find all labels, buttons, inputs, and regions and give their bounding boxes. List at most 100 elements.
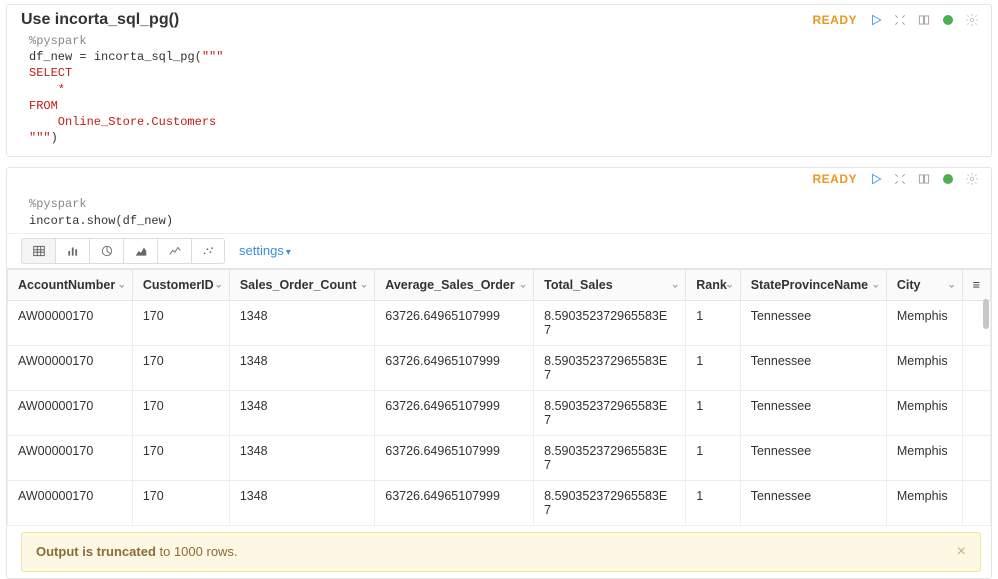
col-averagesalesorder[interactable]: Average_Sales_Order⌄: [375, 269, 534, 300]
book-icon[interactable]: [915, 170, 933, 188]
col-stateprovince[interactable]: StateProvinceName⌄: [740, 269, 886, 300]
table-cell: [962, 390, 990, 435]
cell-header: READY: [7, 168, 991, 190]
expand-icon[interactable]: [891, 170, 909, 188]
table-cell: AW00000170: [8, 390, 133, 435]
table-cell: 8.590352372965583E7: [534, 480, 686, 525]
table-cell: 63726.64965107999: [375, 300, 534, 345]
data-table: AccountNumber⌄ CustomerID⌄ Sales_Order_C…: [7, 269, 991, 526]
col-menu-icon[interactable]: ≡: [962, 269, 990, 300]
table-cell: 1348: [229, 390, 374, 435]
magic-line: %pyspark: [29, 197, 87, 211]
table-cell: 1: [686, 345, 740, 390]
truncate-banner: Output is truncated to 1000 rows. ×: [21, 532, 981, 572]
table-row: AW00000170170134863726.649651079998.5903…: [8, 435, 991, 480]
table-cell: [962, 435, 990, 480]
table-cell: Tennessee: [740, 390, 886, 435]
gear-icon[interactable]: [963, 170, 981, 188]
table-cell: 170: [132, 390, 229, 435]
table-cell: Tennessee: [740, 345, 886, 390]
table-cell: 1348: [229, 300, 374, 345]
table-cell: 1348: [229, 480, 374, 525]
cell-title: Use incorta_sql_pg(): [21, 11, 179, 29]
magic-line: %pyspark: [29, 34, 87, 48]
viz-table-icon[interactable]: [21, 238, 55, 264]
table-cell: 170: [132, 435, 229, 480]
table-cell: Memphis: [886, 390, 962, 435]
code-editor[interactable]: %pyspark df_new = incorta_sql_pg(""" SEL…: [7, 31, 991, 156]
table-cell: 1: [686, 435, 740, 480]
chevron-down-icon: ⌄: [872, 279, 880, 290]
book-icon[interactable]: [915, 11, 933, 29]
status-dot-icon: [939, 170, 957, 188]
table-cell: 63726.64965107999: [375, 435, 534, 480]
table-cell: 63726.64965107999: [375, 390, 534, 435]
viz-pie-icon[interactable]: [89, 238, 123, 264]
table-cell: 1348: [229, 345, 374, 390]
status-ready: READY: [812, 172, 857, 186]
table-cell: 170: [132, 345, 229, 390]
table-cell: AW00000170: [8, 480, 133, 525]
table-cell: 170: [132, 300, 229, 345]
table-cell: Memphis: [886, 480, 962, 525]
table-cell: Tennessee: [740, 435, 886, 480]
table-cell: [962, 345, 990, 390]
table-header-row: AccountNumber⌄ CustomerID⌄ Sales_Order_C…: [8, 269, 991, 300]
run-icon[interactable]: [867, 170, 885, 188]
table-cell: 63726.64965107999: [375, 345, 534, 390]
table-cell: Memphis: [886, 300, 962, 345]
chevron-down-icon: ⌄: [360, 279, 368, 290]
table-cell: AW00000170: [8, 300, 133, 345]
chevron-down-icon: ⌄: [214, 279, 222, 290]
status-ready: READY: [812, 13, 857, 27]
table-cell: 1: [686, 300, 740, 345]
gear-icon[interactable]: [963, 11, 981, 29]
notebook-cell-1: Use incorta_sql_pg() READY %pyspark df_n…: [6, 4, 992, 157]
cell-header: Use incorta_sql_pg() READY: [7, 5, 991, 31]
status-dot-icon: [939, 11, 957, 29]
run-icon[interactable]: [867, 11, 885, 29]
viz-toolbar: settings▾: [7, 233, 991, 268]
viz-area-icon[interactable]: [123, 238, 157, 264]
table-cell: Memphis: [886, 345, 962, 390]
close-icon[interactable]: ×: [957, 543, 966, 561]
table-cell: AW00000170: [8, 345, 133, 390]
table-cell: 1: [686, 390, 740, 435]
chevron-down-icon: ⌄: [519, 279, 527, 290]
viz-bar-icon[interactable]: [55, 238, 89, 264]
chevron-down-icon: ⌄: [947, 279, 955, 290]
col-rank[interactable]: Rank⌄: [686, 269, 740, 300]
chevron-down-icon: ⌄: [671, 279, 679, 290]
table-cell: 63726.64965107999: [375, 480, 534, 525]
settings-link[interactable]: settings▾: [239, 243, 291, 258]
table-cell: AW00000170: [8, 435, 133, 480]
table-cell: 1: [686, 480, 740, 525]
table-cell: 8.590352372965583E7: [534, 345, 686, 390]
notebook-cell-2: READY %pyspark incorta.show(df_new) sett…: [6, 167, 992, 578]
code-editor[interactable]: %pyspark incorta.show(df_new): [7, 190, 991, 232]
col-city[interactable]: City⌄: [886, 269, 962, 300]
table-row: AW00000170170134863726.649651079998.5903…: [8, 390, 991, 435]
col-accountnumber[interactable]: AccountNumber⌄: [8, 269, 133, 300]
chevron-down-icon: ▾: [286, 247, 291, 258]
table-cell: 8.590352372965583E7: [534, 435, 686, 480]
code-line: incorta.show(df_new): [29, 214, 173, 228]
viz-line-icon[interactable]: [157, 238, 191, 264]
banner-text: Output is truncated to 1000 rows.: [36, 544, 238, 559]
table-cell: 1348: [229, 435, 374, 480]
col-customerid[interactable]: CustomerID⌄: [132, 269, 229, 300]
col-totalsales[interactable]: Total_Sales⌄: [534, 269, 686, 300]
scrollbar-thumb[interactable]: [983, 299, 989, 329]
table-cell: [962, 480, 990, 525]
table-cell: 170: [132, 480, 229, 525]
table-cell: 8.590352372965583E7: [534, 300, 686, 345]
col-salesordercount[interactable]: Sales_Order_Count⌄: [229, 269, 374, 300]
expand-icon[interactable]: [891, 11, 909, 29]
viz-scatter-icon[interactable]: [191, 238, 225, 264]
table-cell: Tennessee: [740, 300, 886, 345]
table-row: AW00000170170134863726.649651079998.5903…: [8, 480, 991, 525]
cell-controls: READY: [812, 170, 981, 188]
data-table-wrap: AccountNumber⌄ CustomerID⌄ Sales_Order_C…: [7, 268, 991, 526]
table-row: AW00000170170134863726.649651079998.5903…: [8, 345, 991, 390]
table-cell: 8.590352372965583E7: [534, 390, 686, 435]
